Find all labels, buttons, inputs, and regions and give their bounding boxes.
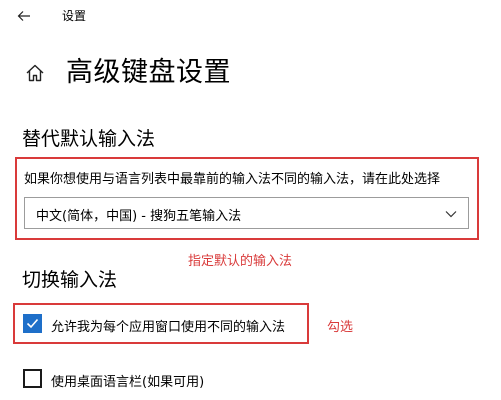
home-icon <box>26 64 44 82</box>
override-description: 如果你想使用与语言列表中最靠前的输入法不同的输入法，请在此处选择 <box>24 172 441 187</box>
desktop-language-bar-label[interactable]: 使用桌面语言栏(如果可用) <box>51 371 204 390</box>
annotation-default-ime: 指定默认的输入法 <box>188 254 293 269</box>
checkmark-icon <box>26 318 39 329</box>
desktop-language-bar-checkbox[interactable] <box>23 369 42 388</box>
annotation-check: 勾选 <box>327 320 354 335</box>
back-button[interactable] <box>12 4 36 28</box>
page-title: 高级键盘设置 <box>66 57 231 88</box>
chevron-down-icon <box>445 211 457 218</box>
per-app-input-label[interactable]: 允许我为每个应用窗口使用不同的输入法 <box>51 316 285 335</box>
default-input-method-dropdown[interactable]: 中文(简体，中国) - 搜狗五笔输入法 <box>24 197 469 229</box>
title-bar: 设置 <box>0 0 501 32</box>
back-arrow-icon <box>17 11 30 21</box>
override-section-title: 替代默认输入法 <box>22 128 156 150</box>
switch-section-title: 切换输入法 <box>22 269 118 291</box>
window-title: 设置 <box>62 9 87 23</box>
per-app-input-checkbox[interactable] <box>23 314 42 333</box>
dropdown-selected-value: 中文(简体，中国) - 搜狗五笔输入法 <box>36 209 242 224</box>
